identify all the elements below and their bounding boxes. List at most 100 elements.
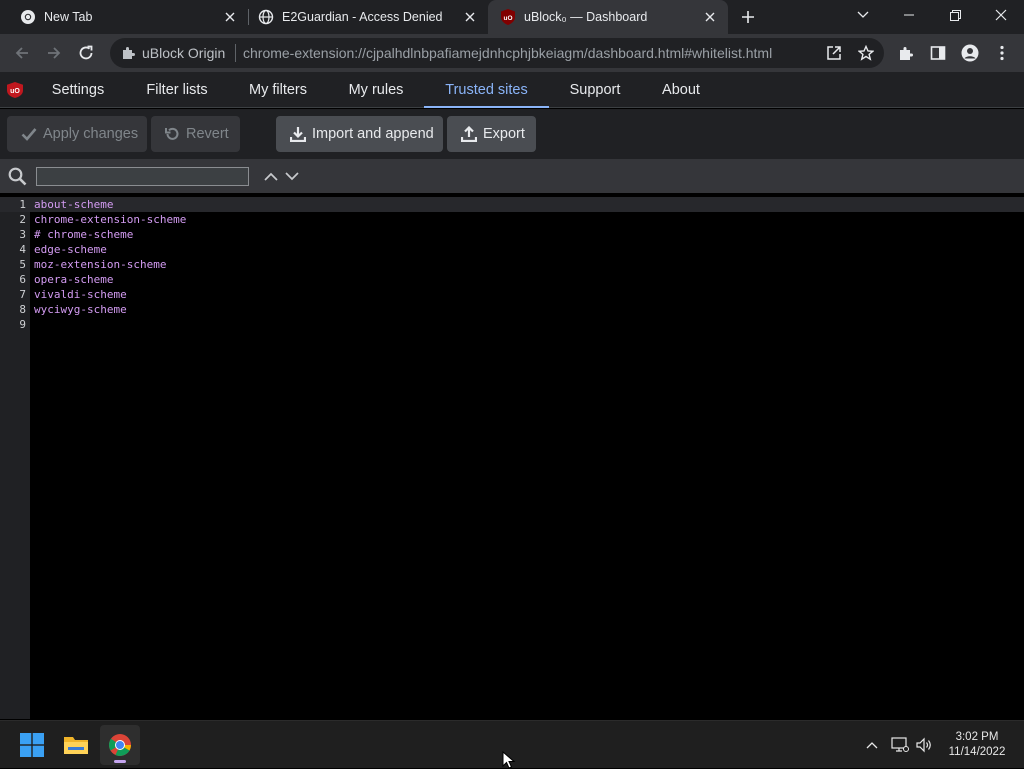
reload-icon: [79, 45, 93, 60]
tab-title: uBlock₀ — Dashboard: [524, 10, 648, 24]
download-icon: [290, 126, 306, 142]
tab-my-filters[interactable]: My filters: [236, 72, 320, 108]
mouse-cursor-icon: [502, 751, 516, 769]
file-explorer-button[interactable]: [56, 725, 96, 765]
tab-title: New Tab: [44, 10, 93, 24]
svg-text:uO: uO: [10, 88, 20, 95]
network-icon: [891, 737, 909, 752]
tab-title: E2Guardian - Access Denied: [282, 10, 443, 24]
line-text: about-scheme: [34, 198, 114, 211]
revert-button[interactable]: Revert: [151, 116, 240, 152]
kebab-menu-icon: [1000, 45, 1004, 61]
editor-line[interactable]: 6 opera-scheme: [0, 272, 1024, 287]
line-number: 9: [19, 318, 26, 331]
dashboard-nav: uO Settings Filter lists My filters My r…: [0, 72, 1024, 108]
minimize-button[interactable]: [886, 0, 932, 30]
import-append-button[interactable]: Import and append: [276, 116, 443, 152]
chrome-icon: [20, 9, 36, 25]
editor-line[interactable]: 1 about-scheme: [0, 197, 1024, 212]
find-input[interactable]: [36, 167, 249, 186]
tab-support[interactable]: Support: [560, 72, 630, 108]
ublock-icon: uO: [500, 9, 516, 25]
upload-icon: [461, 126, 477, 142]
editor-line[interactable]: 7 vivaldi-scheme: [0, 287, 1024, 302]
bookmark-button[interactable]: [856, 43, 876, 63]
side-panel-icon: [930, 46, 946, 60]
forward-arrow-icon: [48, 47, 61, 59]
close-tab-icon[interactable]: [222, 9, 238, 25]
find-previous-button[interactable]: [263, 168, 279, 184]
export-button[interactable]: Export: [447, 116, 536, 152]
tab-trusted-sites[interactable]: Trusted sites: [424, 72, 549, 108]
share-button[interactable]: [824, 43, 844, 63]
checkmark-icon: [21, 126, 37, 142]
url-text[interactable]: chrome-extension://cjpalhdlnbpafiamejdnh…: [243, 45, 772, 61]
chevron-down-icon: [285, 171, 299, 180]
address-bar[interactable]: uBlock Origin chrome-extension://cjpalhd…: [110, 38, 884, 68]
tab-search-button[interactable]: [840, 0, 886, 30]
extensions-button[interactable]: [894, 41, 918, 65]
new-tab-button[interactable]: [736, 5, 760, 29]
site-label: uBlock Origin: [142, 45, 226, 61]
line-number: 1: [19, 198, 26, 211]
back-button[interactable]: [10, 41, 34, 65]
divider: [235, 44, 236, 62]
close-tab-icon[interactable]: [702, 9, 718, 25]
globe-icon: [258, 9, 274, 25]
star-icon: [858, 45, 874, 61]
tab-about[interactable]: About: [652, 72, 710, 108]
browser-tabstrip: New Tab E2Guardian - Access Denied uO uB…: [0, 0, 1024, 34]
editor-line[interactable]: 5 moz-extension-scheme: [0, 257, 1024, 272]
tab-settings[interactable]: Settings: [38, 72, 118, 108]
chevron-down-icon: [857, 11, 869, 18]
apply-changes-button[interactable]: Apply changes: [7, 116, 147, 152]
editor-line[interactable]: 3 # chrome-scheme: [0, 227, 1024, 242]
system-clock[interactable]: 3:02 PM 11/14/2022: [942, 730, 1012, 760]
line-text: vivaldi-scheme: [34, 288, 127, 301]
tab-e2guardian[interactable]: E2Guardian - Access Denied: [238, 0, 488, 34]
tab-filter-lists[interactable]: Filter lists: [134, 72, 220, 108]
windows-start-icon: [20, 733, 44, 757]
file-explorer-icon: [64, 737, 88, 754]
browser-toolbar: uBlock Origin chrome-extension://cjpalhd…: [0, 34, 1024, 72]
line-number: 5: [19, 258, 26, 271]
volume-button[interactable]: [914, 735, 934, 755]
line-number: 3: [19, 228, 26, 241]
close-window-button[interactable]: [978, 0, 1024, 30]
editor-line[interactable]: 9: [0, 317, 1024, 332]
line-text: wyciwyg-scheme: [34, 303, 127, 316]
restore-icon: [949, 9, 961, 21]
tab-new-tab[interactable]: New Tab: [0, 0, 248, 34]
line-text: opera-scheme: [34, 273, 114, 286]
network-button[interactable]: [890, 735, 910, 755]
clock-date: 11/14/2022: [948, 746, 1006, 758]
share-icon: [827, 46, 841, 60]
side-panel-button[interactable]: [926, 41, 950, 65]
profile-button[interactable]: [958, 41, 982, 65]
line-number: 6: [19, 273, 26, 286]
show-hidden-icons-button[interactable]: [862, 735, 882, 755]
chrome-taskbar-button[interactable]: [100, 725, 140, 765]
trusted-sites-editor[interactable]: 1 about-scheme 2 chrome-extension-scheme…: [0, 197, 1024, 719]
find-next-button[interactable]: [284, 168, 300, 184]
editor-line[interactable]: 4 edge-scheme: [0, 242, 1024, 257]
forward-button[interactable]: [42, 41, 66, 65]
extension-puzzle-icon: [123, 47, 135, 59]
profile-avatar-icon: [961, 44, 979, 62]
chevron-up-icon: [866, 742, 878, 749]
chevron-up-icon: [264, 172, 278, 181]
revert-label: Revert: [186, 126, 229, 142]
chrome-menu-button[interactable]: [990, 41, 1014, 65]
tab-my-rules[interactable]: My rules: [336, 72, 416, 108]
reload-button[interactable]: [74, 41, 98, 65]
start-button[interactable]: [12, 725, 52, 765]
find-bar: [0, 159, 1024, 193]
tab-ublock-dashboard[interactable]: uO uBlock₀ — Dashboard: [488, 0, 728, 34]
close-tab-icon[interactable]: [462, 9, 478, 25]
editor-line[interactable]: 8 wyciwyg-scheme: [0, 302, 1024, 317]
editor-line[interactable]: 2 chrome-extension-scheme: [0, 212, 1024, 227]
line-text: chrome-extension-scheme: [34, 213, 187, 226]
search-icon: [8, 167, 27, 186]
restore-button[interactable]: [932, 0, 978, 30]
back-arrow-icon: [15, 47, 28, 59]
